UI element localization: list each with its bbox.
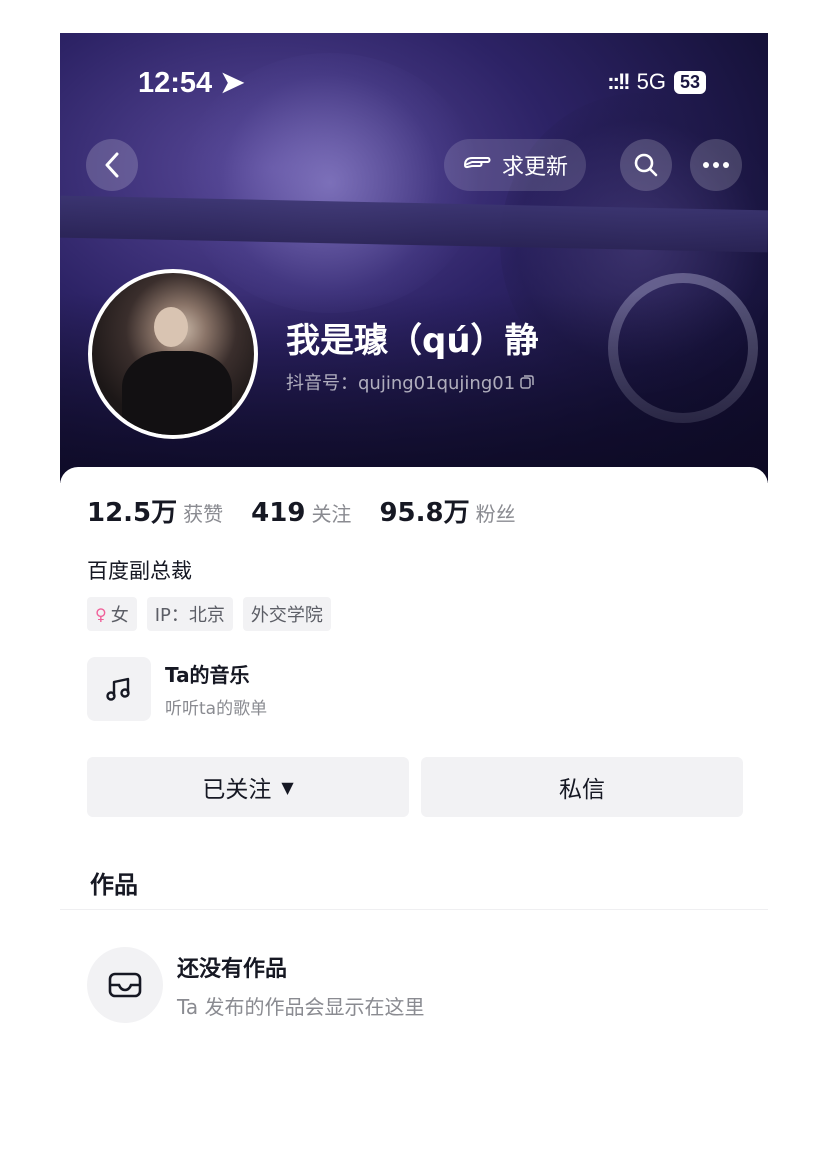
more-icon [703, 162, 729, 168]
empty-subtitle: Ta 发布的作品会显示在这里 [177, 994, 425, 1019]
profile-actions: 已关注 ▼ 私信 [87, 757, 743, 817]
empty-text: 还没有作品 Ta 发布的作品会显示在这里 [177, 951, 425, 1020]
music-title: Ta的音乐 [165, 663, 250, 687]
music-subtitle: 听听ta的歌单 [165, 699, 268, 719]
stat-value: 95.8万 [379, 498, 470, 528]
stat-followers[interactable]: 95.8万 粉丝 [379, 492, 515, 529]
message-button[interactable]: 私信 [421, 757, 743, 817]
tab-works[interactable]: 作品 [90, 865, 138, 900]
avatar-face [154, 307, 188, 347]
stat-value: 419 [251, 498, 306, 528]
profile-name: 我是璩（qú）静 [286, 321, 539, 361]
battery-indicator: 53 [673, 70, 706, 94]
copy-icon [520, 375, 534, 389]
search-button[interactable] [620, 139, 672, 191]
stat-label: 粉丝 [475, 502, 516, 526]
ip-tag: IP：北京 [146, 597, 233, 631]
profile-screen: 12:54 ➤ ::!! 5G 53 求更新 我是璩（qú）静 抖音号：quji… [60, 33, 768, 1159]
avatar-figure [122, 351, 232, 435]
douyin-id-text: 抖音号：qujing01qujing01 [286, 373, 516, 394]
back-button[interactable] [86, 139, 138, 191]
chevron-left-icon [105, 152, 119, 178]
gender-tag: ♀ 女 [87, 597, 137, 631]
caret-down-icon: ▼ [281, 777, 294, 797]
status-time: 12:54 ➤ [138, 67, 245, 99]
profile-banner: 12:54 ➤ ::!! 5G 53 求更新 我是璩（qú）静 抖音号：quji… [60, 33, 768, 483]
gender-label: 女 [110, 605, 129, 626]
profile-bio: 百度副总裁 [87, 559, 192, 583]
stat-following[interactable]: 419 关注 [251, 498, 351, 528]
followed-label: 已关注 [202, 777, 272, 803]
divider [60, 909, 768, 910]
music-note-icon [87, 657, 151, 721]
stat-value: 12.5万 [87, 498, 178, 528]
music-entry[interactable]: Ta的音乐 听听ta的歌单 [87, 657, 267, 721]
school-tag[interactable]: 外交学院 [242, 597, 331, 631]
search-icon [634, 153, 658, 177]
request-update-button[interactable]: 求更新 [444, 139, 587, 191]
signal-icon: ::!! [607, 69, 630, 94]
profile-tags: ♀ 女 IP：北京 外交学院 [87, 597, 331, 631]
empty-works: 还没有作品 Ta 发布的作品会显示在这里 [87, 947, 425, 1023]
request-update-label: 求更新 [502, 155, 569, 180]
profile-stats: 12.5万 获赞 419 关注 95.8万 粉丝 [87, 492, 516, 529]
pointing-hand-icon [464, 157, 491, 169]
status-indicators: ::!! 5G 53 [607, 69, 706, 95]
stat-label: 关注 [311, 502, 352, 526]
stat-likes[interactable]: 12.5万 获赞 [87, 492, 223, 529]
avatar[interactable] [88, 269, 258, 439]
followed-button[interactable]: 已关注 ▼ [87, 757, 409, 817]
female-icon: ♀ [95, 604, 107, 624]
douyin-id[interactable]: 抖音号：qujing01qujing01 [286, 369, 535, 395]
music-text: Ta的音乐 听听ta的歌单 [165, 659, 267, 719]
network-type: 5G [636, 69, 666, 94]
empty-title: 还没有作品 [177, 956, 288, 982]
profile-details: 12.5万 获赞 419 关注 95.8万 粉丝 百度副总裁 ♀ 女 IP：北京… [60, 467, 768, 1159]
inbox-icon [87, 947, 163, 1023]
more-button[interactable] [690, 139, 742, 191]
stat-label: 获赞 [183, 502, 224, 526]
message-label: 私信 [559, 777, 605, 803]
